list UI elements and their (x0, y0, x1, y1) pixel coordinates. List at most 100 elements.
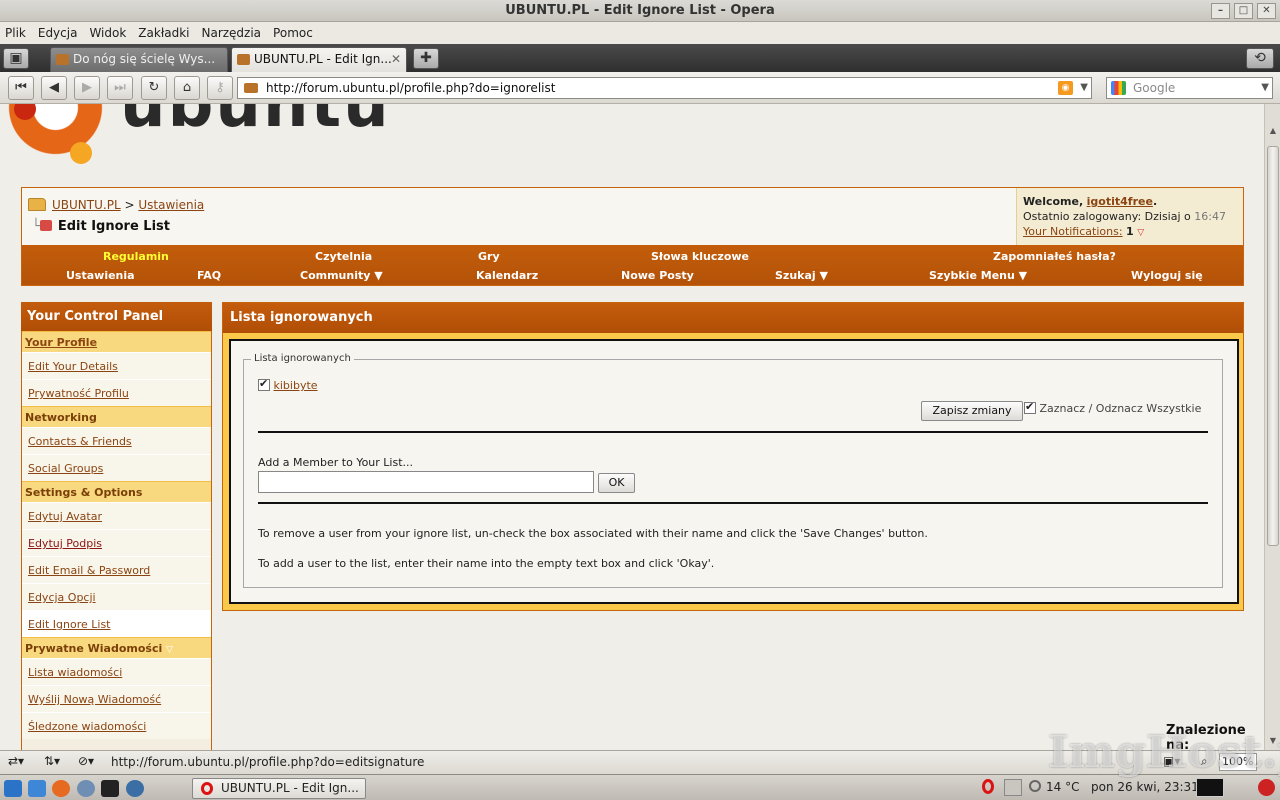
nav-szukaj[interactable]: Szukaj ▼ (775, 269, 828, 282)
home-button[interactable]: ⌂ (174, 76, 200, 100)
site-logo-text: ubuntu (120, 104, 391, 142)
sidebar-item-options[interactable]: Edycja Opcji (22, 583, 211, 610)
reload-icon: ↻ (148, 80, 160, 95)
forward-arrow-icon: ▶ (82, 80, 92, 95)
ok-button[interactable]: OK (598, 473, 635, 493)
sidebar-item-tracked-messages[interactable]: Śledzone wiadomości (22, 712, 211, 739)
forward-button[interactable]: ▶ (74, 76, 100, 100)
transfers-icon[interactable]: ⇅▾ (44, 754, 60, 768)
terminal-icon[interactable] (101, 780, 119, 797)
fast-forward-button[interactable]: ⏭ (107, 76, 133, 100)
menu-widok[interactable]: Widok (89, 26, 126, 40)
nav-wyloguj[interactable]: Wyloguj się (1131, 269, 1203, 282)
scroll-down-icon[interactable]: ▼ (1266, 734, 1280, 748)
taskbar-window-button[interactable]: UBUNTU.PL - Edit Ign... (192, 778, 366, 799)
menu-plik[interactable]: Plik (5, 26, 26, 40)
menu-narzedzia[interactable]: Narzędzia (201, 26, 261, 40)
welcome-prefix: Welcome, (1023, 195, 1084, 208)
favicon-icon (56, 54, 69, 65)
nav-faq[interactable]: FAQ (197, 269, 221, 282)
maximize-button[interactable]: □ (1234, 3, 1253, 19)
chevron-down-icon[interactable]: ▼ (1080, 78, 1088, 98)
scrollbar-thumb[interactable] (1267, 146, 1279, 546)
nav-gry[interactable]: Gry (478, 250, 500, 263)
rss-feed-icon[interactable]: ◉ (1058, 81, 1073, 95)
tab-first[interactable]: Do nóg się ścielę Wys... (50, 47, 228, 72)
new-tab-button[interactable]: ✚ (413, 48, 439, 69)
sidebar-item-email-password[interactable]: Edit Email & Password (22, 556, 211, 583)
help-text-remove: To remove a user from your ignore list, … (258, 527, 928, 540)
rewind-button[interactable]: ⏮ (8, 76, 34, 100)
forum-header: UBUNTU.PL > Ustawienia └ Edit Ignore List… (21, 187, 1244, 286)
nav-ustawienia[interactable]: Ustawienia (66, 269, 135, 282)
sidebar-item-send-message[interactable]: Wyślij Nową Wiadomość (22, 685, 211, 712)
close-button[interactable]: ✕ (1257, 3, 1276, 19)
sidebar-item-contacts[interactable]: Contacts & Friends (22, 427, 211, 454)
sidebar-item-message-list[interactable]: Lista wiadomości (22, 658, 211, 685)
power-icon[interactable] (1258, 779, 1275, 796)
menu-edycja[interactable]: Edycja (38, 26, 78, 40)
search-field[interactable]: Google ▼ (1106, 77, 1273, 99)
settings-icon[interactable] (77, 780, 95, 797)
back-button[interactable]: ◀ (41, 76, 67, 100)
sidebar-item-social-groups[interactable]: Social Groups (22, 454, 211, 481)
nav-regulamin[interactable]: Regulamin (103, 250, 169, 263)
address-bar[interactable]: http://forum.ubuntu.pl/profile.php?do=ig… (237, 77, 1092, 99)
desktop-icon[interactable] (28, 780, 46, 797)
add-member-input[interactable] (258, 471, 594, 493)
panel-toggle-button[interactable]: ▣ (3, 48, 29, 69)
breadcrumb-parent-link[interactable]: Ustawienia (138, 198, 204, 212)
menubar: Plik Edycja Widok Zakładki Narzędzia Pom… (0, 22, 1280, 44)
firefox-icon[interactable] (52, 780, 70, 797)
chevron-down-icon[interactable]: ▽ (1137, 228, 1144, 238)
chevron-down-icon[interactable]: ▼ (1261, 78, 1269, 98)
sidebar-item-edit-details[interactable]: Edit Your Details (22, 352, 211, 379)
nav-slowa-kluczowe[interactable]: Słowa kluczowe (651, 250, 749, 263)
sidebar-item-signature[interactable]: Edytuj Podpis (22, 529, 211, 556)
view-icon[interactable]: ▣▾ (1163, 754, 1180, 768)
nav-nowe-posty[interactable]: Nowe Posty (621, 269, 694, 282)
nav-community[interactable]: Community ▼ (300, 269, 383, 282)
nav-kalendarz[interactable]: Kalendarz (476, 269, 538, 282)
last-login-label: Ostatnio zalogowany: Dzisiaj o (1023, 210, 1191, 223)
sidebar-section-your-profile[interactable]: Your Profile (22, 331, 211, 352)
wand-button[interactable]: ⚷ (207, 76, 233, 100)
ignored-user-checkbox[interactable] (258, 377, 270, 391)
sidebar-item-avatar[interactable]: Edytuj Avatar (22, 502, 211, 529)
network-icon[interactable]: ⊘▾ (78, 754, 94, 768)
welcome-suffix: . (1152, 195, 1158, 208)
save-changes-button[interactable]: Zapisz zmiany (921, 401, 1023, 421)
zoom-level[interactable]: 100% (1219, 753, 1257, 771)
weather-icon (1029, 780, 1041, 792)
scroll-up-icon[interactable]: ▲ (1266, 124, 1280, 138)
fast-forward-icon: ⏭ (114, 80, 126, 95)
thunderbird-icon[interactable] (126, 780, 144, 797)
nav-szybkie-menu[interactable]: Szybkie Menu ▼ (929, 269, 1027, 282)
zoom-icon[interactable]: ⌕ (1201, 754, 1208, 769)
username-link[interactable]: igotit4free (1087, 195, 1153, 208)
home-icon: ⌂ (182, 80, 192, 95)
opera-tray-icon[interactable] (982, 779, 994, 794)
tab-active[interactable]: UBUNTU.PL - Edit Ign... ✕ (231, 47, 407, 72)
chevron-down-icon: ▼ (819, 269, 828, 282)
reload-button[interactable]: ↻ (141, 76, 167, 100)
start-menu-icon[interactable] (4, 780, 22, 797)
notifications-link[interactable]: Your Notifications: (1023, 225, 1123, 238)
status-toggle-icon[interactable]: ⇄▾ (8, 754, 24, 768)
menu-pomoc[interactable]: Pomoc (273, 26, 313, 40)
select-all-checkbox[interactable] (1024, 400, 1036, 414)
pager-icon[interactable] (1196, 778, 1224, 797)
sidebar-item-ignore-list[interactable]: Edit Ignore List (22, 610, 211, 637)
breadcrumb-home-link[interactable]: UBUNTU.PL (52, 198, 121, 212)
trash-button[interactable]: ⟲ (1246, 48, 1274, 69)
ignored-user-link[interactable]: kibibyte (274, 379, 318, 392)
minimize-button[interactable]: – (1211, 3, 1230, 19)
nav-czytelnia[interactable]: Czytelnia (315, 250, 372, 263)
sidebar-item-privacy[interactable]: Prywatność Profilu (22, 379, 211, 406)
printer-icon[interactable] (1004, 779, 1022, 796)
tab-close-icon[interactable]: ✕ (391, 48, 401, 71)
chevron-down-icon[interactable]: ▽ (166, 645, 173, 655)
nav-zapomniales-hasla[interactable]: Zapomniałeś hasła? (993, 250, 1116, 263)
vertical-scrollbar[interactable]: ▲ ▼ (1264, 104, 1280, 750)
menu-zakladki[interactable]: Zakładki (138, 26, 189, 40)
